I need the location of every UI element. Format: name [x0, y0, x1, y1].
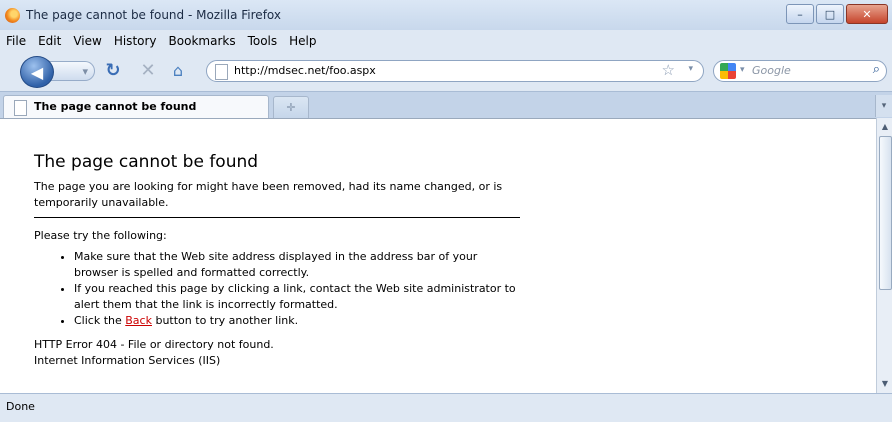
search-input[interactable]: Google [752, 64, 791, 77]
error-page: The page cannot be found The page you ar… [34, 151, 520, 369]
back-link[interactable]: Back [125, 314, 152, 327]
list-item-suffix: button to try another link. [151, 314, 299, 327]
back-button[interactable]: ◀ [20, 56, 54, 88]
stop-icon: ✕ [140, 59, 156, 81]
menu-file[interactable]: File [6, 34, 26, 54]
scroll-down-icon[interactable]: ▼ [877, 377, 892, 391]
minimize-button[interactable]: – [786, 4, 814, 24]
page-icon [14, 100, 27, 116]
page-icon [215, 64, 228, 80]
try-label: Please try the following: [34, 229, 167, 242]
list-item: Make sure that the Web site address disp… [74, 249, 520, 281]
navigation-toolbar: ▾ ◀ ↻ ✕ ⌂ http://mdsec.net/foo.aspx ☆ ▾ … [0, 54, 892, 88]
status-bar: Done [0, 393, 892, 422]
close-button[interactable]: ✕ [846, 4, 888, 24]
page-content: The page cannot be found The page you ar… [0, 118, 876, 394]
star-icon[interactable]: ☆ [662, 61, 675, 79]
menu-bar: File Edit View History Bookmarks Tools H… [0, 34, 317, 54]
list-item: Click the Back button to try another lin… [74, 313, 520, 329]
list-item: If you reached this page by clicking a l… [74, 281, 520, 313]
error-line: HTTP Error 404 - File or directory not f… [34, 338, 274, 351]
address-bar[interactable]: http://mdsec.net/foo.aspx ☆ ▾ [206, 60, 704, 82]
scroll-up-icon[interactable]: ▲ [877, 120, 892, 134]
tab-bar: The page cannot be found ✛ ▾ [0, 91, 892, 119]
server-line: Internet Information Services (IIS) [34, 354, 221, 367]
google-engine-icon[interactable] [720, 63, 736, 79]
suggestion-list: Make sure that the Web site address disp… [34, 249, 520, 329]
back-arrow-icon: ◀ [30, 62, 44, 82]
home-icon: ⌂ [172, 60, 184, 80]
window-title: The page cannot be found - Mozilla Firef… [26, 8, 281, 22]
forward-button[interactable]: ▾ [47, 61, 95, 81]
firefox-logo-icon [5, 8, 20, 23]
chevron-down-icon: ▾ [881, 101, 887, 111]
menu-tools[interactable]: Tools [248, 34, 278, 54]
stop-button[interactable]: ✕ [138, 59, 158, 81]
menu-help[interactable]: Help [289, 34, 316, 54]
status-text: Done [6, 400, 35, 413]
magnifier-icon[interactable]: ⌕ [873, 62, 880, 77]
plus-icon: ✛ [286, 101, 296, 114]
url-text[interactable]: http://mdsec.net/foo.aspx [234, 64, 376, 77]
page-title: The page cannot be found [34, 152, 259, 172]
vertical-scrollbar[interactable]: ▲ ▼ [876, 118, 892, 393]
engine-dropdown-icon[interactable]: ▾ [740, 65, 745, 75]
window-controls: – □ ✕ [786, 4, 888, 24]
menu-history[interactable]: History [114, 34, 157, 54]
title-bar: The page cannot be found - Mozilla Firef… [0, 0, 892, 30]
reload-button[interactable]: ↻ [103, 59, 123, 81]
tab-active[interactable]: The page cannot be found [3, 95, 269, 119]
search-bar[interactable]: ▾ Google ⌕ [713, 60, 887, 82]
url-dropdown-icon[interactable]: ▾ [688, 64, 693, 74]
reload-icon: ↻ [105, 59, 121, 81]
intro-text: The page you are looking for might have … [34, 180, 503, 209]
scroll-thumb[interactable] [879, 136, 892, 290]
divider [34, 217, 520, 218]
maximize-button[interactable]: □ [816, 4, 844, 24]
tab-list-button[interactable]: ▾ [875, 95, 892, 117]
home-button[interactable]: ⌂ [168, 60, 188, 80]
tab-label[interactable]: The page cannot be found [34, 100, 196, 113]
browser-window: The page cannot be found - Mozilla Firef… [0, 0, 892, 422]
menu-edit[interactable]: Edit [38, 34, 61, 54]
list-item-prefix: Click the [74, 314, 126, 327]
menu-view[interactable]: View [73, 34, 101, 54]
forward-dropdown-icon: ▾ [82, 64, 88, 78]
menu-bookmarks[interactable]: Bookmarks [169, 34, 236, 54]
new-tab-button[interactable]: ✛ [273, 96, 309, 118]
